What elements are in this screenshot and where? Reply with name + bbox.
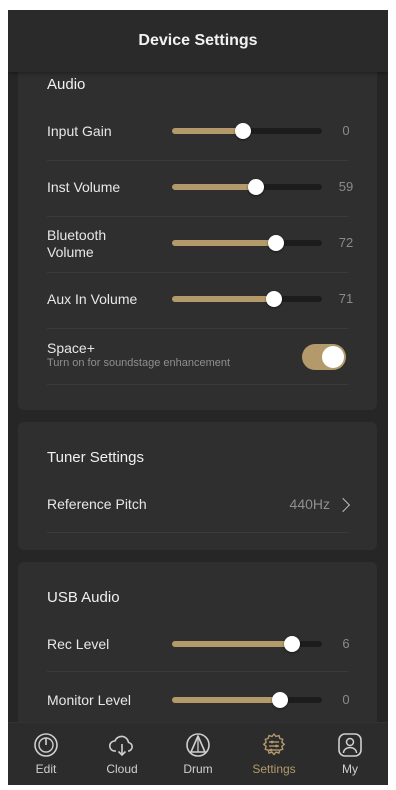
tab-settings-label: Settings [252, 762, 296, 776]
aux-in-volume-value: 71 [338, 291, 354, 306]
settings-scroll-area[interactable]: Audio Input Gain 0 Inst Volume 59 Blueto… [8, 72, 388, 722]
aux-in-volume-slider[interactable] [172, 289, 322, 309]
gear-sliders-icon [263, 733, 285, 756]
chevron-right-icon [335, 497, 351, 513]
space-plus-description: Turn on for soundstage enhancement [47, 357, 231, 369]
slider-fill [172, 128, 243, 134]
reference-pitch-value: 440Hz [289, 496, 330, 512]
bluetooth-volume-slider[interactable] [172, 233, 322, 253]
tuner-card: Tuner Settings Reference Pitch 440Hz [18, 422, 377, 550]
input-gain-label: Input Gain [47, 123, 112, 139]
toggle-knob [322, 346, 344, 368]
slider-thumb[interactable] [266, 291, 282, 307]
audio-section-title: Audio [47, 76, 86, 93]
tab-drum[interactable]: Drum [162, 731, 234, 776]
tab-drum-label: Drum [183, 762, 213, 776]
slider-thumb[interactable] [234, 123, 251, 139]
usb-audio-card: USB Audio Rec Level 6 Monitor Level 0 [18, 562, 377, 722]
space-plus-label: Space+ [47, 340, 95, 356]
tab-settings[interactable]: Settings [238, 731, 310, 776]
slider-thumb[interactable] [248, 179, 264, 195]
slider-fill [172, 641, 292, 647]
input-gain-value: 0 [342, 123, 350, 138]
reference-pitch-label: Reference Pitch [47, 496, 147, 512]
usb-audio-section-title: USB Audio [47, 589, 120, 606]
monitor-level-value: 0 [342, 692, 350, 707]
tab-my-label: My [342, 762, 358, 776]
reference-pitch-row[interactable]: Reference Pitch 440Hz [47, 476, 351, 533]
cloud-download-icon [108, 735, 133, 757]
slider-thumb[interactable] [267, 235, 284, 251]
slider-fill [172, 240, 276, 246]
space-plus-text: Space+ Turn on for soundstage enhancemen… [47, 340, 230, 370]
bottom-tab-bar: Edit Cloud Drum Settings My [8, 722, 388, 785]
tab-edit[interactable]: Edit [10, 731, 82, 776]
rec-level-label: Rec Level [47, 636, 110, 652]
inst-volume-slider[interactable] [172, 177, 322, 197]
device-settings-screen: Device Settings Audio Input Gain 0 Inst … [8, 10, 388, 785]
slider-fill [172, 184, 256, 190]
monitor-level-label: Monitor Level [47, 692, 132, 708]
tab-edit-label: Edit [35, 762, 57, 776]
knob-icon [34, 733, 58, 757]
monitor-level-row: Monitor Level 0 [47, 672, 350, 722]
page-title: Device Settings [138, 32, 258, 49]
aux-in-volume-label: Aux In Volume [47, 291, 138, 307]
inst-volume-row: Inst Volume 59 [47, 161, 353, 217]
drum-icon [186, 733, 210, 757]
tuner-section-title: Tuner Settings [47, 449, 144, 466]
space-plus-toggle[interactable] [302, 344, 346, 370]
nav-header: Device Settings [8, 10, 388, 72]
tab-cloud[interactable]: Cloud [86, 731, 158, 776]
audio-card: Audio Input Gain 0 Inst Volume 59 Blueto… [18, 72, 377, 410]
input-gain-slider[interactable] [172, 121, 322, 141]
input-gain-row: Input Gain 0 [47, 105, 350, 161]
bluetooth-volume-label: Bluetooth Volume [47, 227, 107, 260]
slider-thumb[interactable] [272, 692, 288, 708]
aux-in-volume-row: Aux In Volume 71 [47, 273, 353, 329]
user-icon [338, 733, 362, 757]
bluetooth-volume-value: 72 [338, 235, 354, 250]
monitor-level-slider[interactable] [172, 690, 322, 710]
slider-fill [172, 296, 274, 302]
inst-volume-value: 59 [338, 179, 354, 194]
rec-level-slider[interactable] [172, 634, 322, 654]
rec-level-row: Rec Level 6 [47, 616, 350, 672]
slider-thumb[interactable] [284, 636, 300, 652]
tab-cloud-label: Cloud [106, 762, 138, 776]
inst-volume-label: Inst Volume [47, 179, 121, 195]
space-plus-row: Space+ Turn on for soundstage enhancemen… [47, 329, 348, 385]
slider-fill [172, 697, 280, 703]
tab-my[interactable]: My [314, 731, 386, 776]
bluetooth-volume-row: Bluetooth Volume 72 [47, 217, 353, 273]
rec-level-value: 6 [342, 636, 350, 651]
